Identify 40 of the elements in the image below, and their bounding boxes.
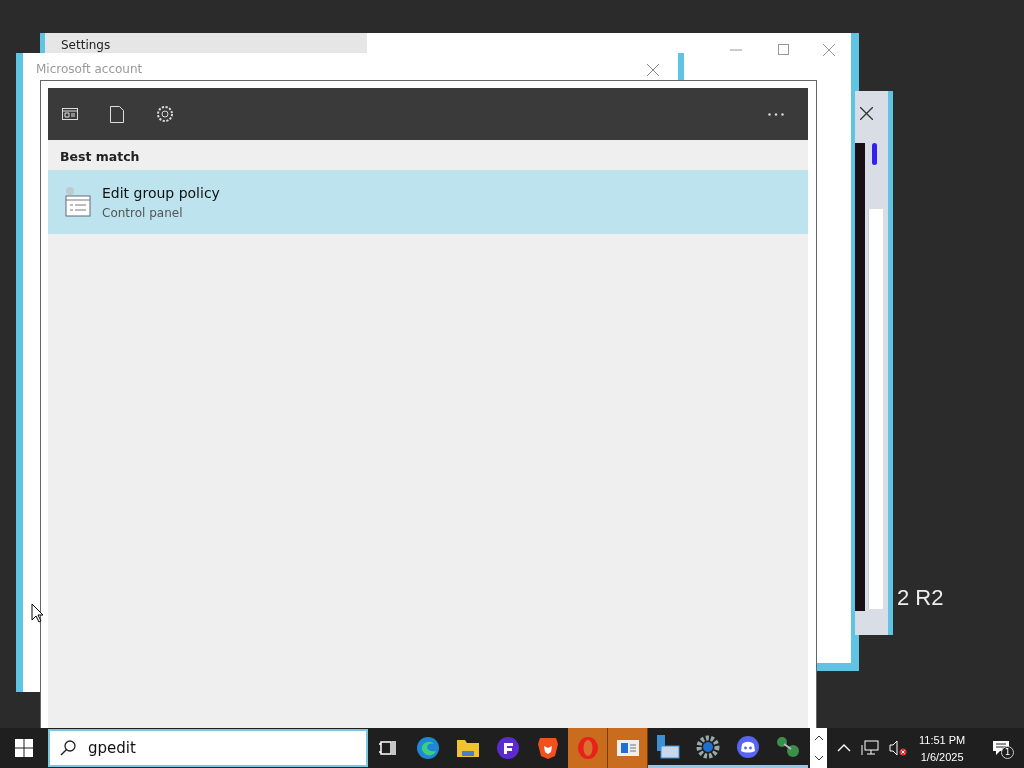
notification-button[interactable]: 1	[992, 740, 1010, 756]
time-label: 11:51 PM	[919, 733, 966, 746]
notification-count: 1	[1001, 746, 1014, 759]
chevron-up-icon	[813, 735, 824, 741]
window-title: Microsoft account	[36, 62, 143, 76]
server-icon	[655, 733, 681, 760]
clock[interactable]: 11:51 PM 1/6/2025	[919, 733, 966, 763]
linked-circles-icon	[775, 734, 801, 759]
muted-speaker-icon[interactable]	[889, 740, 907, 756]
search-icon	[60, 740, 76, 756]
scroll-handle	[872, 143, 877, 165]
result-title: Edit group policy	[102, 184, 220, 201]
desktop-label: 2 R2	[897, 585, 944, 611]
close-icon[interactable]	[860, 107, 873, 120]
id-card-icon	[615, 739, 640, 757]
settings-icon[interactable]	[156, 105, 174, 123]
policy-icon	[62, 186, 92, 218]
letter-logo-icon	[496, 736, 520, 760]
ring-logo-icon	[575, 736, 600, 760]
windows-icon[interactable]	[15, 739, 33, 757]
date-label: 1/6/2025	[920, 750, 964, 763]
section-heading: Best match	[59, 148, 141, 166]
chevron-down-icon	[813, 755, 824, 761]
chevron-up-icon[interactable]	[837, 744, 851, 752]
wave-logo-icon	[416, 736, 440, 760]
task-view-icon	[378, 738, 398, 758]
lion-icon	[537, 736, 559, 760]
taskbar-scroller[interactable]	[810, 728, 827, 768]
apps-icon[interactable]	[62, 108, 78, 120]
gear-icon	[696, 734, 720, 759]
more-icon[interactable]	[768, 112, 784, 116]
network-icon[interactable]	[861, 740, 879, 756]
search-input[interactable]: gpedit	[86, 738, 350, 758]
search-field[interactable]: gpedit	[48, 729, 368, 767]
maximize-icon[interactable]	[778, 44, 789, 55]
folder-icon	[456, 738, 480, 758]
search-result[interactable]: Edit group policy Control panel	[48, 170, 808, 234]
document-icon[interactable]	[110, 105, 124, 123]
id-card-app-button[interactable]	[608, 728, 648, 768]
result-subtitle: Control panel	[102, 205, 184, 220]
